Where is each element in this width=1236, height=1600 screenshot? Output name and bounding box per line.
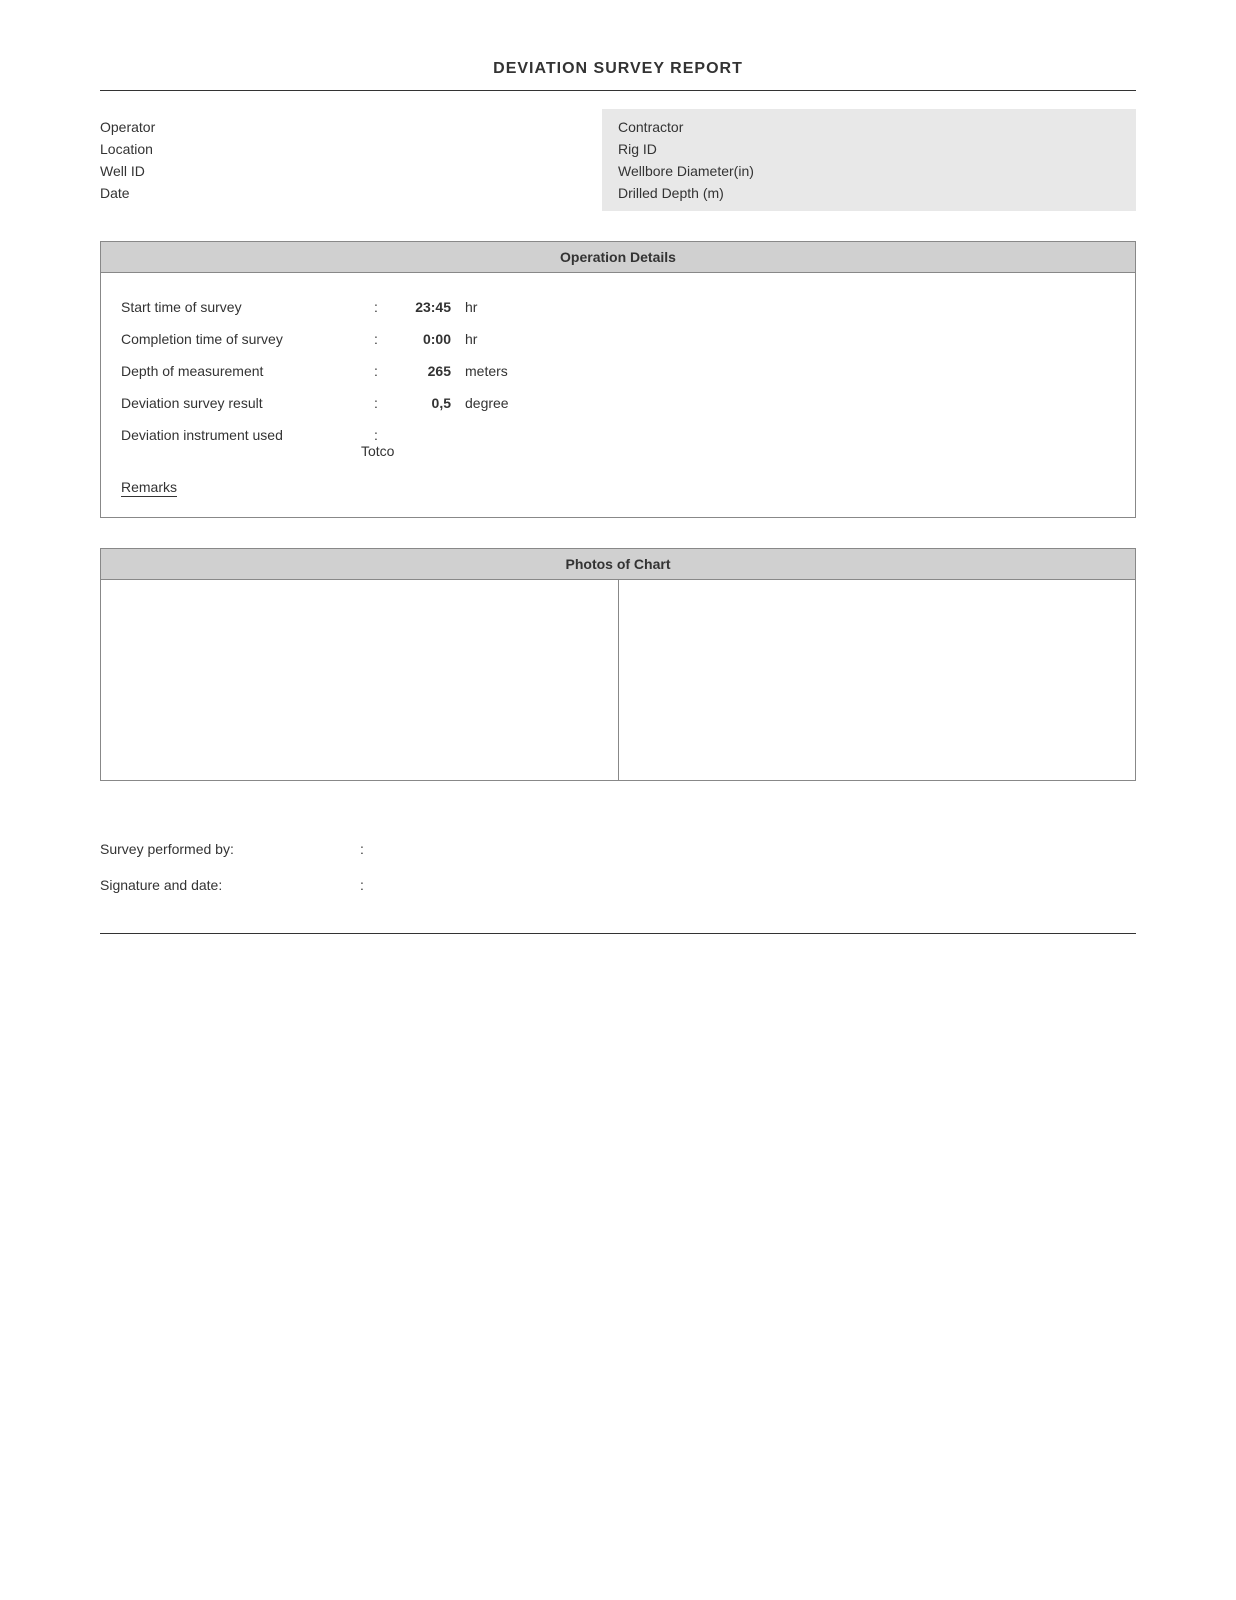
remarks-label: Remarks <box>121 479 177 497</box>
header-info: Operator Location Well ID Date Contracto… <box>100 109 1136 211</box>
photos-body <box>101 580 1135 780</box>
operator-field: Operator <box>100 119 602 135</box>
survey-performed-label: Survey performed by: <box>100 841 320 857</box>
operation-details-body: Start time of survey : 23:45 hr Completi… <box>101 273 1135 517</box>
contractor-field: Contractor <box>618 119 1120 135</box>
completion-time-label: Completion time of survey <box>121 331 361 347</box>
start-time-value: 23:45 <box>391 299 451 315</box>
photos-section: Photos of Chart <box>100 548 1136 781</box>
start-time-unit: hr <box>465 299 477 315</box>
deviation-result-unit: degree <box>465 395 509 411</box>
operation-details-section: Operation Details Start time of survey :… <box>100 241 1136 518</box>
depth-measurement-row: Depth of measurement : 265 meters <box>121 363 1115 379</box>
rig-id-field: Rig ID <box>618 141 1120 157</box>
deviation-result-value: 0,5 <box>391 395 451 411</box>
signature-date-colon: : <box>360 877 364 893</box>
well-id-field: Well ID <box>100 163 602 179</box>
remarks-row: Remarks <box>121 479 1115 497</box>
start-time-colon: : <box>361 299 391 315</box>
depth-measurement-colon: : <box>361 363 391 379</box>
deviation-instrument-label: Deviation instrument used <box>121 427 361 443</box>
report-title: DEVIATION SURVEY REPORT <box>100 60 1136 78</box>
completion-time-row: Completion time of survey : 0:00 hr <box>121 331 1115 347</box>
location-field: Location <box>100 141 602 157</box>
deviation-result-label: Deviation survey result <box>121 395 361 411</box>
completion-time-unit: hr <box>465 331 477 347</box>
start-time-label: Start time of survey <box>121 299 361 315</box>
signature-section: Survey performed by: : Signature and dat… <box>100 841 1136 893</box>
drilled-depth-field: Drilled Depth (m) <box>618 185 1120 201</box>
photo-cell-right <box>619 580 1136 780</box>
deviation-instrument-colon: : Totco <box>361 427 391 459</box>
top-divider <box>100 90 1136 91</box>
photos-header: Photos of Chart <box>101 549 1135 580</box>
depth-measurement-label: Depth of measurement <box>121 363 361 379</box>
depth-measurement-value: 265 <box>391 363 451 379</box>
header-right: Contractor Rig ID Wellbore Diameter(in) … <box>602 109 1136 211</box>
deviation-result-colon: : <box>361 395 391 411</box>
signature-date-label: Signature and date: <box>100 877 320 893</box>
photo-cell-left <box>101 580 619 780</box>
completion-time-colon: : <box>361 331 391 347</box>
survey-performed-row: Survey performed by: : <box>100 841 1136 857</box>
wellbore-diameter-field: Wellbore Diameter(in) <box>618 163 1120 179</box>
signature-date-row: Signature and date: : <box>100 877 1136 893</box>
start-time-row: Start time of survey : 23:45 hr <box>121 299 1115 315</box>
operation-details-header: Operation Details <box>101 242 1135 273</box>
header-left: Operator Location Well ID Date <box>100 109 602 211</box>
depth-measurement-unit: meters <box>465 363 508 379</box>
date-field: Date <box>100 185 602 201</box>
completion-time-value: 0:00 <box>391 331 451 347</box>
bottom-divider <box>100 933 1136 934</box>
survey-performed-colon: : <box>360 841 364 857</box>
deviation-instrument-row: Deviation instrument used : Totco <box>121 427 1115 459</box>
deviation-result-row: Deviation survey result : 0,5 degree <box>121 395 1115 411</box>
